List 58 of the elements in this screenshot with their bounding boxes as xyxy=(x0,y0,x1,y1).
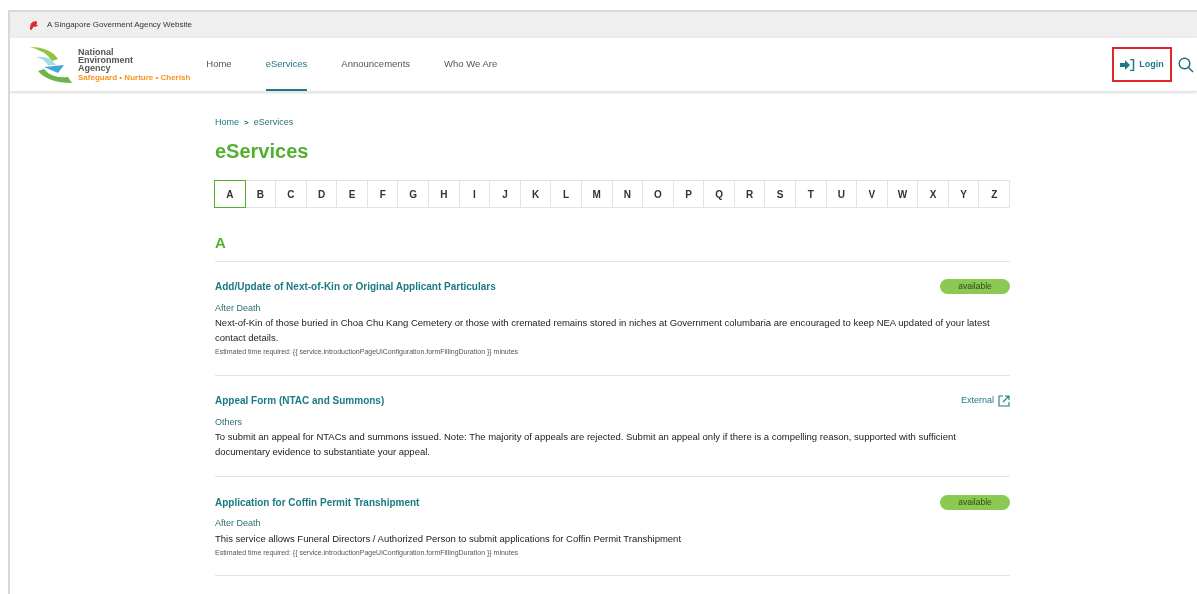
logo-tagline: Safeguard • Nurture • Cherish xyxy=(78,72,191,82)
letter-tab[interactable]: E xyxy=(336,180,368,208)
letter-tab[interactable]: J xyxy=(489,180,521,208)
letter-tab[interactable]: L xyxy=(550,180,582,208)
nav-link[interactable]: Home xyxy=(206,38,232,91)
breadcrumb-link[interactable]: eServices xyxy=(253,116,294,130)
nav-link[interactable]: Who We Are xyxy=(444,38,498,91)
page-title: eServices xyxy=(215,139,310,163)
sign-in-icon xyxy=(1120,58,1136,71)
letter-tab[interactable]: A xyxy=(214,180,246,208)
letter-tab[interactable]: M xyxy=(580,180,613,208)
banner-text: A Singapore Goverment Agency Website xyxy=(47,19,192,31)
external-link-icon[interactable] xyxy=(998,394,1010,407)
service-title-link[interactable]: Add/Update of Next-of-Kin or Original Applicant Particulars xyxy=(215,279,496,294)
search-icon[interactable] xyxy=(1178,56,1194,73)
letter-tab[interactable]: R xyxy=(733,180,766,208)
letter-tab[interactable]: I xyxy=(458,180,491,208)
service-category: After Death xyxy=(215,301,262,315)
breadcrumb-separator: > xyxy=(244,117,249,129)
availability-badge: available xyxy=(940,279,1010,294)
letter-tab[interactable]: G xyxy=(397,180,430,208)
letter-tab[interactable]: H xyxy=(428,180,460,208)
availability-badge: available xyxy=(940,494,1010,510)
letter-tab[interactable]: B xyxy=(244,180,277,208)
letter-tab[interactable]: S xyxy=(764,180,796,208)
letter-tab[interactable]: D xyxy=(305,180,338,208)
letter-tab[interactable]: V xyxy=(856,180,888,208)
letter-tab[interactable]: U xyxy=(825,180,858,208)
letter-tab[interactable]: Z xyxy=(978,180,1011,208)
letter-tab[interactable]: N xyxy=(611,180,644,208)
breadcrumb-link[interactable]: Home xyxy=(215,116,239,130)
letter-tab[interactable]: O xyxy=(642,180,674,208)
letter-tab[interactable]: Y xyxy=(947,180,980,208)
letter-tab[interactable]: P xyxy=(672,180,705,208)
letter-tab[interactable]: K xyxy=(519,180,552,208)
nav-link[interactable]: Announcements xyxy=(341,38,411,91)
service-category: After Death xyxy=(215,517,262,530)
nea-logo[interactable]: National Environment Agency Safeguard • Nurture • Cherish xyxy=(28,44,191,85)
service-description: To submit an appeal for NTACs and summons issued. Note: The majority of appeals are rejected. Submit an appeal only if there is a compelling reason, supported with sufficient documentary evidence to substantiate your appeal. xyxy=(215,430,957,459)
service-description: This service allows Funeral Directors / Authorized Person to submit applications for Coffin Permit Transhipment xyxy=(215,531,683,546)
external-link[interactable]: External xyxy=(960,393,994,408)
logo-text: National xyxy=(78,47,114,56)
service-title-link[interactable]: Appeal Form (NTAC and Summons) xyxy=(215,393,385,408)
service-category: Others xyxy=(215,415,243,429)
letter-tab[interactable]: W xyxy=(886,180,919,208)
letter-tab[interactable]: T xyxy=(795,180,827,208)
letter-tab[interactable]: C xyxy=(275,180,307,208)
logo-text: Environment xyxy=(78,55,134,64)
section-heading: A xyxy=(215,232,1010,262)
nav-link[interactable]: eServices xyxy=(265,38,308,91)
service-description: Next-of-Kin of those buried in Choa Chu Kang Cemetery or those with cremated remains stored in niches at Government columbaria are encouraged to keep NEA updated of your latest contact details. xyxy=(215,316,991,345)
login-button[interactable]: Login xyxy=(1112,47,1172,82)
letter-tab[interactable]: F xyxy=(366,180,399,208)
logo-text: Agency xyxy=(78,63,111,72)
service-title-link[interactable]: Application for Coffin Permit Transhipment xyxy=(215,494,420,510)
lion-head-icon xyxy=(28,19,39,31)
letter-tab[interactable]: Q xyxy=(703,180,735,208)
letter-tab[interactable]: X xyxy=(917,180,949,208)
